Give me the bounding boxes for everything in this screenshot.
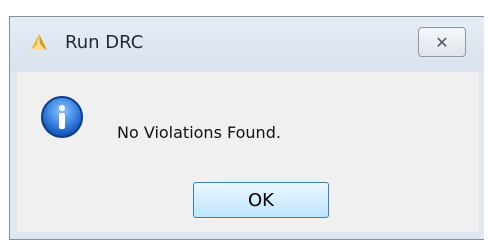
dialog-content: No Violations Found. OK [17, 72, 479, 232]
info-icon [41, 96, 83, 138]
close-icon: ✕ [435, 32, 449, 52]
dialog-message: No Violations Found. [117, 123, 281, 142]
app-logo-icon [31, 34, 47, 50]
close-button[interactable]: ✕ [418, 27, 466, 57]
ok-button[interactable]: OK [193, 182, 329, 218]
ok-label: OK [248, 189, 274, 211]
dialog-window: Run DRC ✕ No Violations Found. OK [9, 16, 484, 240]
title-bar[interactable]: Run DRC ✕ [10, 17, 484, 71]
window-title: Run DRC [65, 32, 144, 53]
